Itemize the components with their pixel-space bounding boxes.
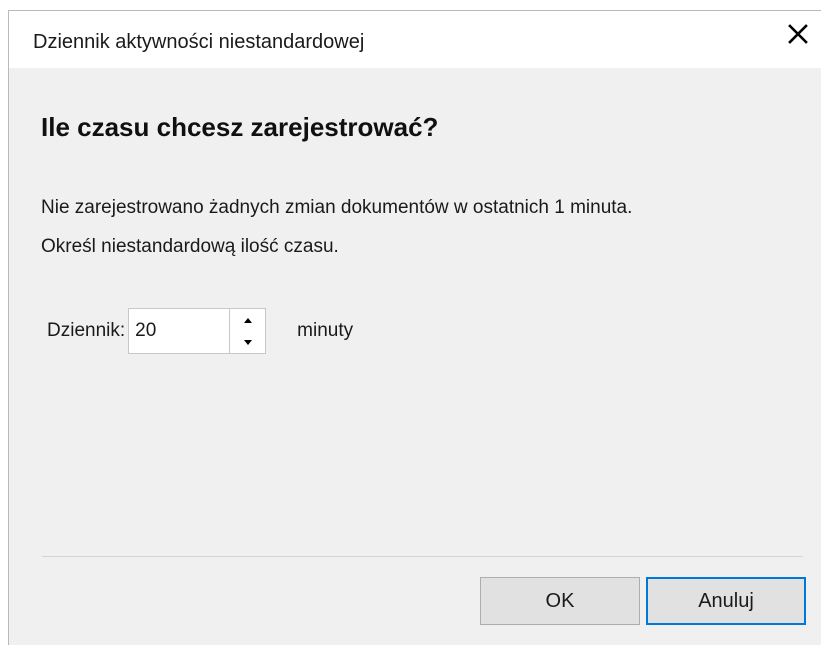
close-button[interactable] — [775, 11, 821, 57]
unit-label: minuty — [297, 320, 354, 341]
log-duration-row: Dziennik: minuty — [47, 308, 353, 354]
log-label: Dziennik: — [47, 320, 126, 341]
cancel-button[interactable]: Anuluj — [646, 577, 806, 625]
arrow-up-icon — [243, 317, 252, 323]
minutes-input[interactable] — [129, 309, 230, 353]
spin-buttons — [229, 309, 265, 353]
minutes-spinbox[interactable] — [128, 308, 267, 354]
increment-button[interactable] — [230, 309, 265, 331]
title-bar: Dziennik aktywności niestandardowej — [9, 11, 821, 68]
window-title: Dziennik aktywności niestandardowej — [33, 31, 365, 53]
custom-activity-log-dialog: Dziennik aktywności niestandardowej Ile … — [8, 10, 821, 645]
dialog-message: Nie zarejestrowano żadnych zmian dokumen… — [41, 188, 632, 266]
message-line-2: Określ niestandardową ilość czasu. — [41, 236, 339, 257]
dialog-heading: Ile czasu chcesz zarejestrować? — [41, 112, 439, 142]
message-line-1: Nie zarejestrowano żadnych zmian dokumen… — [41, 197, 633, 218]
decrement-button[interactable] — [230, 331, 265, 353]
dialog-content: Ile czasu chcesz zarejestrować? Nie zare… — [9, 68, 821, 646]
separator — [42, 556, 803, 557]
close-icon — [788, 24, 808, 44]
arrow-down-icon — [243, 339, 252, 345]
ok-button[interactable]: OK — [480, 577, 640, 625]
